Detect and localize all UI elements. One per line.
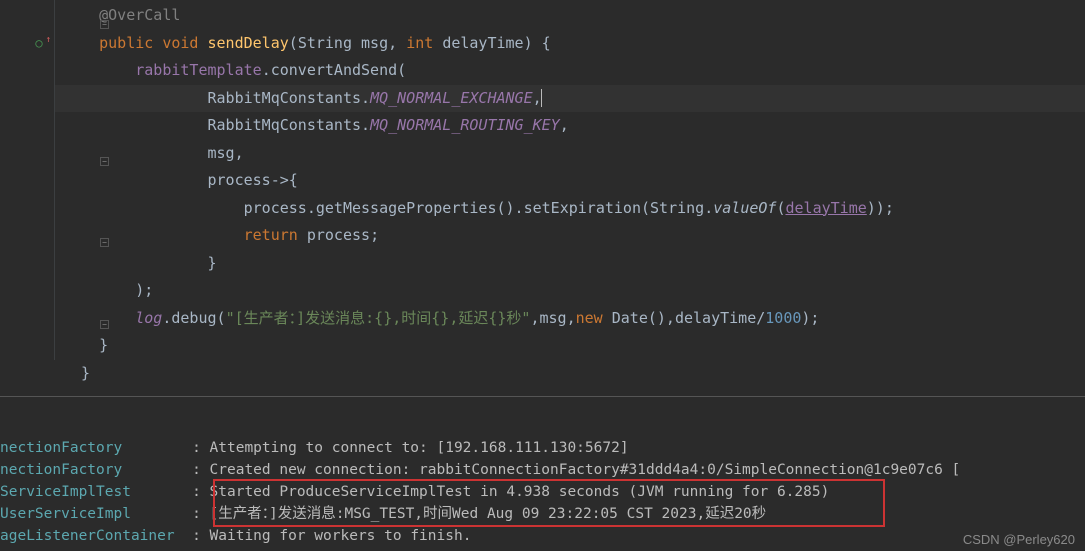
console-line-3[interactable]: ServiceImplTest : Started ProduceService… — [0, 481, 1085, 503]
code-line-9[interactable]: } — [55, 250, 1085, 278]
code-line-3[interactable]: RabbitMqConstants.MQ_NORMAL_EXCHANGE, — [55, 85, 1085, 113]
code-body[interactable]: − − − − @OverCall public void sendDelay(… — [55, 0, 1085, 360]
code-line-13[interactable]: } — [55, 360, 1085, 388]
code-line-8[interactable]: return process; — [55, 222, 1085, 250]
code-line-4[interactable]: RabbitMqConstants.MQ_NORMAL_ROUTING_KEY, — [55, 112, 1085, 140]
fold-collapse-lambda[interactable]: − — [100, 157, 109, 166]
code-line-1[interactable]: public void sendDelay(String msg, int de… — [55, 30, 1085, 58]
code-line-6[interactable]: process->{ — [55, 167, 1085, 195]
console-area[interactable]: nectionFactory : Attempting to connect t… — [0, 396, 1085, 551]
fold-collapse-top[interactable]: − — [100, 20, 109, 29]
code-line-0[interactable]: @OverCall — [55, 2, 1085, 30]
code-line-10[interactable]: ); — [55, 277, 1085, 305]
code-line-5[interactable]: msg, — [55, 140, 1085, 168]
caret — [541, 89, 543, 107]
gutter — [0, 0, 55, 360]
fold-close-method[interactable]: − — [100, 320, 109, 329]
watermark: CSDN @Perley620 — [963, 532, 1075, 547]
console-line-4[interactable]: UserServiceImpl : [生产者：]发送消息:MSG_TEST,时间… — [0, 503, 1085, 525]
override-gutter-icon[interactable] — [32, 36, 46, 50]
code-line-11[interactable]: log.debug("[生产者：]发送消息:{},时间{},延迟{}秒",msg… — [55, 305, 1085, 333]
console-line-2[interactable]: nectionFactory : Created new connection:… — [0, 459, 1085, 481]
code-line-7[interactable]: process.getMessageProperties().setExpira… — [55, 195, 1085, 223]
fold-close-lambda[interactable]: − — [100, 238, 109, 247]
code-line-2[interactable]: rabbitTemplate.convertAndSend( — [55, 57, 1085, 85]
code-line-12[interactable]: } — [55, 332, 1085, 360]
console-line-1[interactable]: nectionFactory : Attempting to connect t… — [0, 437, 1085, 459]
console-line-5[interactable]: ageListenerContainer : Waiting for worke… — [0, 525, 1085, 547]
editor-area: − − − − @OverCall public void sendDelay(… — [0, 0, 1085, 360]
